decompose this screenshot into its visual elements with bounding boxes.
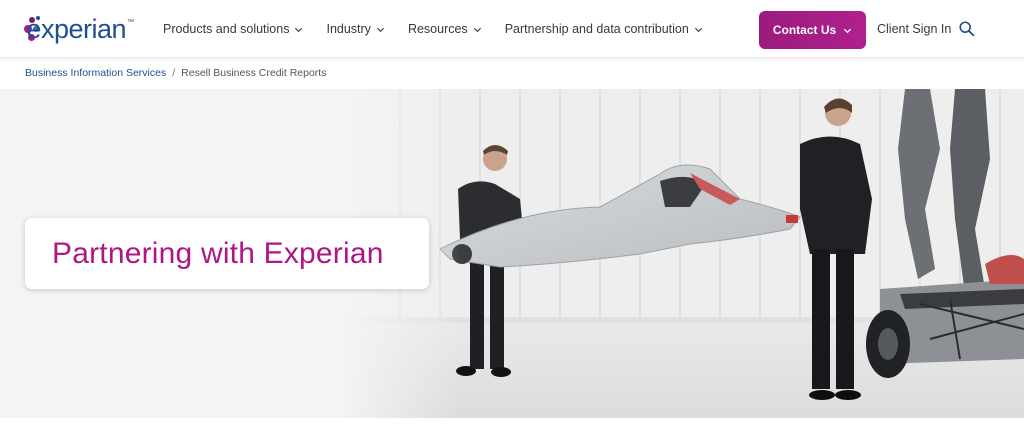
hero-title: Partnering with Experian: [52, 236, 384, 270]
chevron-down-icon: [376, 27, 384, 32]
nav-label: Resources: [407, 22, 468, 36]
hero-title-card: Partnering with Experian: [25, 218, 429, 289]
hero-bottom-spacer: [0, 418, 1024, 446]
nav-label: Industry: [326, 22, 371, 36]
nav-label: Products and solutions: [163, 22, 290, 36]
client-sign-in-link[interactable]: Client Sign In: [877, 22, 951, 36]
experian-logo[interactable]: experian ™: [24, 12, 134, 48]
nav-resources[interactable]: Resources: [408, 22, 482, 36]
chevron-down-icon: [844, 28, 852, 33]
breadcrumb: Business Information Services / Resell B…: [25, 67, 326, 79]
search-icon[interactable]: [958, 20, 976, 38]
contact-us-label: Contact Us: [772, 23, 837, 37]
logo-wordmark: experian: [26, 13, 126, 44]
breadcrumb-link-business-information-services[interactable]: Business Information Services: [25, 67, 166, 79]
breadcrumb-separator: /: [172, 67, 176, 79]
nav-label: Partnership and data contribution: [504, 22, 689, 36]
chevron-down-icon: [473, 27, 481, 32]
breadcrumb-current: Resell Business Credit Reports: [181, 67, 327, 79]
nav-partnership-and-data-contribution[interactable]: Partnership and data contribution: [505, 22, 703, 36]
logo-trademark: ™: [127, 18, 134, 26]
nav-industry[interactable]: Industry: [326, 22, 384, 36]
site-header: experian ™ Products and solutions Indust…: [0, 0, 1024, 58]
chevron-down-icon: [694, 27, 702, 32]
page: experian ™ Products and solutions Indust…: [0, 0, 1024, 446]
main-nav: Products and solutions Industry Resource…: [163, 0, 726, 58]
nav-products-and-solutions[interactable]: Products and solutions: [163, 22, 303, 36]
chevron-down-icon: [295, 27, 303, 32]
contact-us-button[interactable]: Contact Us: [759, 11, 866, 49]
